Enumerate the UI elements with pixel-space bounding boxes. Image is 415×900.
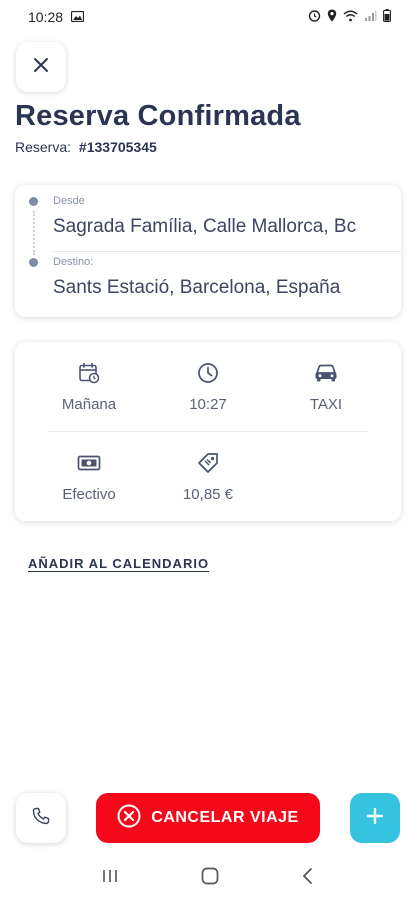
booking-reference: Reserva: #133705345 [15,139,157,155]
call-button[interactable] [16,793,66,843]
alarm-icon [308,9,321,25]
destination-dot-icon [29,258,38,267]
status-bar: 10:28 [0,0,415,34]
payment-detail: Efectivo [29,450,149,503]
cancel-trip-button[interactable]: CANCELAR VIAJE [96,793,320,843]
image-icon [70,9,85,25]
time-detail: 10:27 [148,360,268,413]
route-connector [33,211,35,255]
location-icon [327,9,337,25]
signal-icon [364,9,377,25]
status-right [308,9,391,25]
cancel-circle-x-icon [117,804,141,833]
home-icon[interactable] [200,866,220,891]
booking-reference-number: #133705345 [78,139,157,155]
status-left: 10:28 [28,9,85,25]
wifi-icon [343,9,358,25]
date-value: Mañana [61,396,117,413]
recent-apps-icon[interactable] [101,868,119,889]
vehicle-detail: TAXI [266,360,386,413]
booking-reference-label: Reserva: [15,139,72,155]
origin-address[interactable]: Sagrada Família, Calle Mallorca, Bc [53,216,356,238]
price-value: 10,85 € [182,486,234,503]
details-divider [48,431,368,432]
page-title: Reserva Confirmada [15,100,301,132]
payment-value: Efectivo [62,486,116,503]
add-to-calendar-link[interactable]: AÑADIR AL CALENDARIO [28,556,209,571]
battery-icon [383,9,391,25]
calendar-icon [78,360,100,386]
price-detail: 10,85 € [148,450,268,503]
add-button[interactable] [350,793,400,843]
route-divider [53,251,401,252]
route-card: Desde Sagrada Família, Calle Mallorca, B… [15,185,401,317]
date-detail: Mañana [29,360,149,413]
origin-label: Desde [53,195,85,207]
time-value: 10:27 [189,396,227,413]
car-icon [314,360,338,386]
clock-icon [197,360,219,386]
back-icon[interactable] [301,867,315,890]
cash-icon [77,450,101,476]
trip-details-card: Mañana 10:27 TAXI Efectivo 10,85 € [15,342,401,521]
status-time: 10:28 [28,9,64,25]
destination-address[interactable]: Sants Estació, Barcelona, España [53,277,340,299]
destination-label: Destino: [53,256,94,268]
system-navigation-bar [0,856,415,900]
vehicle-value: TAXI [309,396,343,413]
phone-icon [32,807,50,830]
close-icon [33,57,49,78]
close-button[interactable] [16,42,66,92]
plus-icon [366,807,384,830]
cancel-trip-label: CANCELAR VIAJE [151,809,299,826]
origin-dot-icon [29,197,38,206]
price-tag-icon [197,450,219,476]
